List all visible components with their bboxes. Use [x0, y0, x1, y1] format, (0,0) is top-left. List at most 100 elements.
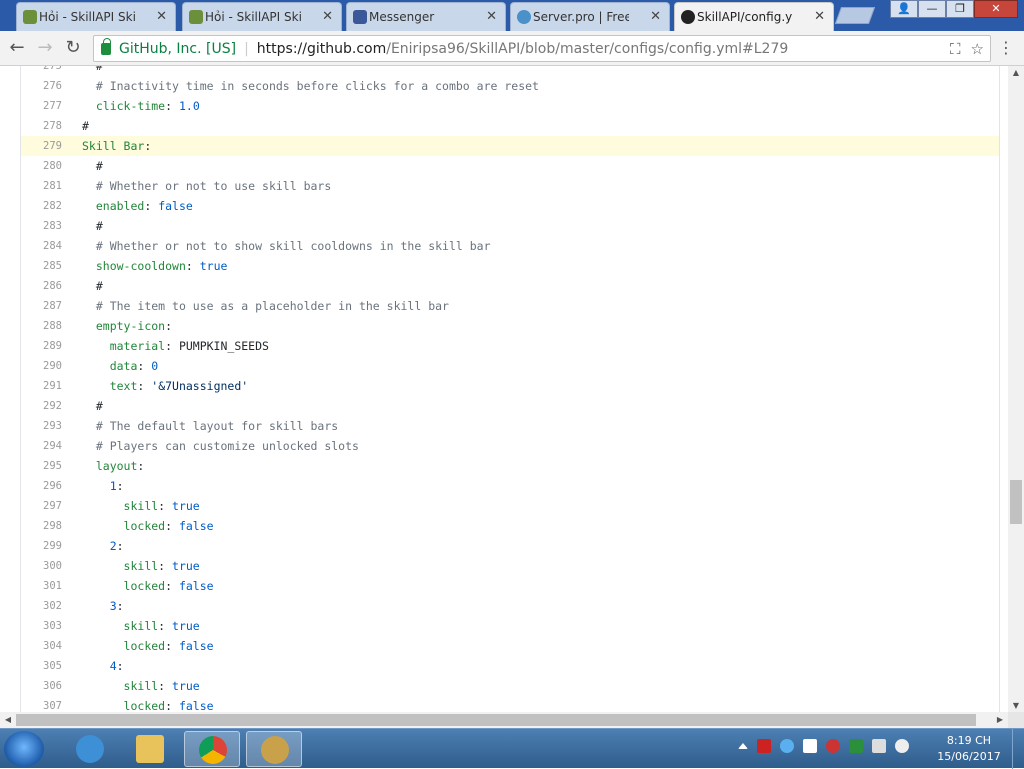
line-number[interactable]: 302: [21, 596, 62, 616]
code-text: empty-icon:: [95, 319, 173, 333]
code-text: #: [82, 119, 89, 133]
line-number[interactable]: 282: [21, 196, 62, 216]
code-text: locked: false: [123, 639, 214, 653]
line-number[interactable]: 296: [21, 476, 62, 496]
close-icon[interactable]: ✕: [814, 9, 825, 24]
line-number[interactable]: 295: [21, 456, 62, 476]
close-icon[interactable]: ✕: [156, 9, 167, 24]
scroll-up-arrow-icon[interactable]: ▲: [1008, 68, 1024, 77]
line-number[interactable]: 293: [21, 416, 62, 436]
minimize-button[interactable]: —: [918, 0, 946, 18]
line-number[interactable]: 301: [21, 576, 62, 596]
code-text: data: 0: [109, 359, 159, 373]
taskbar-app-explorer[interactable]: [122, 731, 178, 767]
line-number[interactable]: 303: [21, 616, 62, 636]
code-text: # Inactivity time in seconds before clic…: [95, 79, 539, 93]
code-line: 299 2:: [21, 536, 999, 556]
bookmark-star-icon[interactable]: ☆: [971, 40, 984, 58]
tab-5-active[interactable]: SkillAPI/config.yml ✕: [674, 2, 834, 31]
line-number[interactable]: 284: [21, 236, 62, 256]
code-line: 302 3:: [21, 596, 999, 616]
line-number[interactable]: 279: [21, 136, 62, 156]
line-number[interactable]: 277: [21, 96, 62, 116]
browser-app-icon: [76, 735, 104, 763]
line-number[interactable]: 290: [21, 356, 62, 376]
back-button[interactable]: ←: [6, 37, 28, 59]
tab-4[interactable]: Server.pro | Free Mi ✕: [510, 2, 670, 31]
user-button[interactable]: 👤: [890, 0, 918, 18]
scroll-down-arrow-icon[interactable]: ▼: [1008, 701, 1024, 710]
line-number[interactable]: 299: [21, 536, 62, 556]
line-number[interactable]: 275: [21, 66, 62, 76]
taskbar-app-game[interactable]: [246, 731, 302, 767]
folder-icon: [136, 735, 164, 763]
line-number[interactable]: 291: [21, 376, 62, 396]
code-line: 301 locked: false: [21, 576, 999, 596]
maximize-button[interactable]: ❐: [946, 0, 974, 18]
line-number[interactable]: 278: [21, 116, 62, 136]
taskbar-app-browser[interactable]: [62, 731, 118, 767]
scroll-right-arrow-icon[interactable]: ▶: [992, 715, 1008, 724]
line-number[interactable]: 294: [21, 436, 62, 456]
code-line: 287 # The item to use as a placeholder i…: [21, 296, 999, 316]
code-text: skill: true: [123, 619, 200, 633]
line-number[interactable]: 288: [21, 316, 62, 336]
line-number[interactable]: 286: [21, 276, 62, 296]
safely-remove-icon[interactable]: [849, 739, 863, 753]
close-icon[interactable]: ✕: [486, 9, 497, 24]
tray-app-icon[interactable]: [826, 739, 840, 753]
close-icon[interactable]: ✕: [322, 9, 333, 24]
line-number[interactable]: 292: [21, 396, 62, 416]
line-number[interactable]: 287: [21, 296, 62, 316]
vertical-scroll-thumb[interactable]: [1010, 480, 1022, 524]
close-window-button[interactable]: ✕: [974, 0, 1018, 18]
line-number[interactable]: 280: [21, 156, 62, 176]
signal-icon[interactable]: [803, 739, 817, 753]
secure-label: GitHub, Inc. [US]: [119, 40, 237, 57]
menu-icon[interactable]: ⋮: [996, 38, 1016, 60]
line-number[interactable]: 289: [21, 336, 62, 356]
line-number[interactable]: 305: [21, 656, 62, 676]
volume-muted-icon[interactable]: [895, 739, 909, 753]
line-number[interactable]: 276: [21, 76, 62, 96]
show-desktop-button[interactable]: [1012, 729, 1024, 769]
line-number[interactable]: 281: [21, 176, 62, 196]
scroll-left-arrow-icon[interactable]: ◀: [0, 715, 16, 724]
code-line: 276 # Inactivity time in seconds before …: [21, 76, 999, 96]
page-viewport: 275 #276 # Inactivity time in seconds be…: [0, 66, 1008, 712]
vertical-scrollbar[interactable]: ▲ ▼: [1008, 66, 1024, 712]
forward-button[interactable]: →: [34, 37, 56, 59]
clipboard-icon[interactable]: [872, 739, 886, 753]
close-icon[interactable]: ✕: [650, 9, 661, 24]
code-text: layout:: [95, 459, 145, 473]
taskbar-app-chrome[interactable]: [184, 731, 240, 767]
network-app-icon[interactable]: [780, 739, 794, 753]
line-number[interactable]: 297: [21, 496, 62, 516]
facebook-icon: [353, 10, 367, 24]
start-button[interactable]: [4, 731, 44, 767]
horizontal-scrollbar[interactable]: ◀ ▶: [0, 712, 1008, 728]
reload-button[interactable]: ↻: [62, 37, 84, 59]
code-line: 303 skill: true: [21, 616, 999, 636]
new-tab-button[interactable]: [834, 7, 876, 24]
line-number[interactable]: 300: [21, 556, 62, 576]
translate-icon[interactable]: ⛶: [950, 40, 961, 58]
code-text: enabled: false: [95, 199, 193, 213]
url-domain: https://github.com: [256, 40, 387, 57]
line-number[interactable]: 307: [21, 696, 62, 712]
tab-1[interactable]: Hỏi - SkillAPI Skill B ✕: [16, 2, 176, 31]
line-number[interactable]: 304: [21, 636, 62, 656]
system-tray: [738, 739, 909, 753]
show-hidden-icons-icon[interactable]: [738, 743, 748, 749]
tab-2[interactable]: Hỏi - SkillAPI Skill B ✕: [182, 2, 342, 31]
address-bar[interactable]: GitHub, Inc. [US] | https://github.com/E…: [93, 35, 991, 62]
taskbar-clock[interactable]: 8:19 CH 15/06/2017: [934, 733, 1004, 765]
line-number[interactable]: 285: [21, 256, 62, 276]
horizontal-scroll-thumb[interactable]: [16, 714, 976, 726]
line-number[interactable]: 306: [21, 676, 62, 696]
line-number[interactable]: 298: [21, 516, 62, 536]
lock-icon: [101, 37, 111, 55]
antivirus-icon[interactable]: [757, 739, 771, 753]
line-number[interactable]: 283: [21, 216, 62, 236]
tab-3[interactable]: Messenger ✕: [346, 2, 506, 31]
